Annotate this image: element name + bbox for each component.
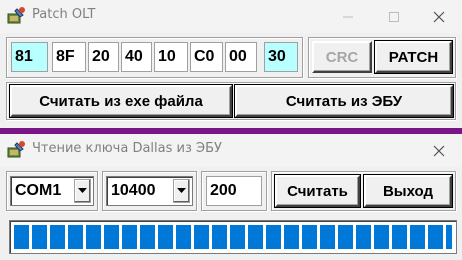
read-button[interactable]: Считать [275,175,360,207]
hex-byte-8[interactable]: 30 [264,42,298,72]
dallas-window: Чтение ключа Dallas из ЭБУ COM1 10400 20… [0,134,462,260]
maximize-icon [389,11,399,22]
crc-button[interactable]: CRC [312,41,372,73]
hex-byte-1[interactable]: 81 [11,42,48,72]
timeout-field[interactable]: 200 [206,176,262,206]
port-select[interactable]: COM1 [10,176,94,206]
progress-fill [14,225,452,249]
read-exe-button[interactable]: Считать из exe файла [10,85,232,117]
dropdown-arrow-icon[interactable] [173,179,190,203]
close-button[interactable] [416,134,462,167]
patch-button[interactable]: PATCH [375,41,452,73]
hex-byte-7[interactable]: 00 [225,42,257,72]
window-title: Patch OLT [32,7,96,22]
titlebar[interactable]: Чтение ключа Dallas из ЭБУ [0,134,462,167]
patch-olt-window: Patch OLT 81 8F 20 40 10 C0 00 30 CRC PA… [0,0,462,128]
close-icon [433,11,445,22]
close-button[interactable] [416,0,462,33]
hex-byte-4[interactable]: 40 [121,42,152,72]
titlebar[interactable]: Patch OLT [0,0,462,33]
minimize-icon [343,16,353,17]
close-icon [433,145,445,156]
dropdown-arrow-icon[interactable] [74,179,91,203]
baud-select[interactable]: 10400 [106,176,193,206]
exit-button[interactable]: Выход [364,175,452,207]
hex-byte-2[interactable]: 8F [52,42,86,72]
hex-byte-3[interactable]: 20 [88,42,119,72]
read-ecu-button[interactable]: Считать из ЭБУ [235,85,453,117]
app-icon [7,7,25,24]
progress-bar [9,220,457,254]
hex-byte-6[interactable]: C0 [190,42,223,72]
app-icon [7,141,25,158]
minimize-button[interactable] [325,0,371,33]
port-value: COM1 [15,182,62,199]
baud-value: 10400 [111,182,156,199]
maximize-button[interactable] [371,0,417,33]
window-title: Чтение ключа Dallas из ЭБУ [32,141,222,156]
hex-byte-5[interactable]: 10 [154,42,188,72]
